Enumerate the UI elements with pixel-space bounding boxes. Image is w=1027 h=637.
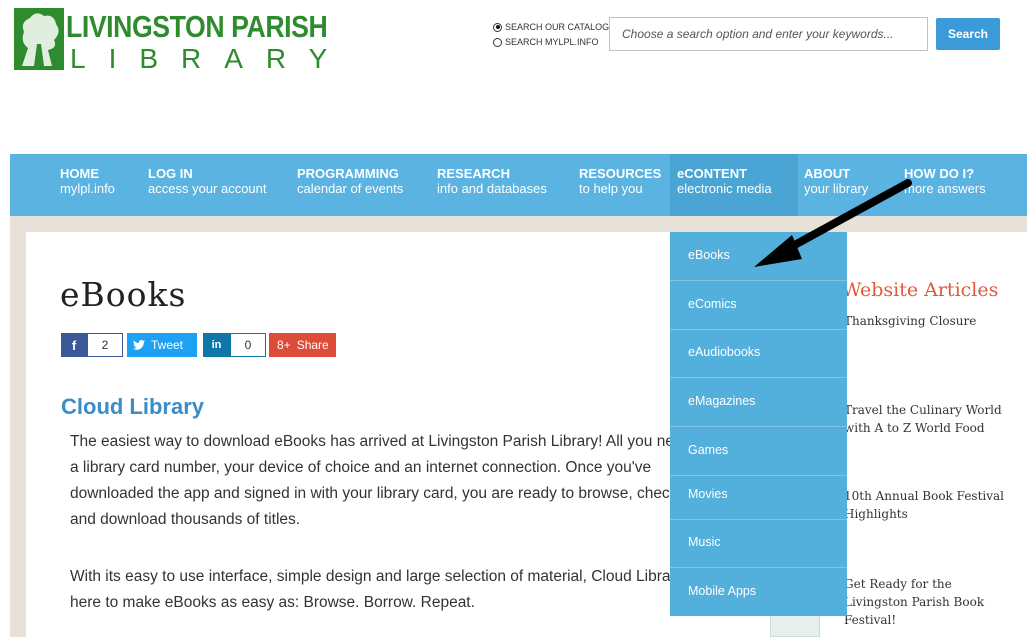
facebook-icon: f [61, 333, 87, 357]
search-button[interactable]: Search [936, 18, 1000, 50]
google-plus-icon: 8+ [277, 338, 291, 352]
twitter-icon [133, 340, 145, 350]
nav-title: HOME [60, 166, 99, 181]
nav-subtitle: to help you [579, 181, 643, 196]
nav-title: LOG IN [148, 166, 193, 181]
logo-title: LIVINGSTON PARISH [66, 9, 328, 44]
tweet-label: Tweet [151, 338, 184, 352]
nav-subtitle: access your account [148, 181, 267, 196]
annotation-arrow-icon [754, 179, 912, 267]
dropdown-divider [670, 280, 847, 281]
nav-title: PROGRAMMING [297, 166, 399, 181]
search-option-label: SEARCH OUR CATALOG [505, 22, 610, 32]
radio-unselected-icon[interactable] [493, 37, 502, 47]
facebook-share-button[interactable]: f 2 [61, 333, 123, 357]
facebook-count: 2 [87, 333, 123, 357]
sidebar-article-link[interactable]: 10th Annual Book Festival Highlights [844, 487, 1014, 523]
dropdown-divider [670, 377, 847, 378]
dropdown-item-emagazines[interactable]: eMagazines [670, 394, 847, 408]
dropdown-item-mobile-apps[interactable]: Mobile Apps [670, 584, 847, 598]
sidebar-article-link[interactable]: Travel the Culinary World with A to Z Wo… [844, 401, 1014, 437]
body-paragraph: With its easy to use interface, simple d… [70, 568, 699, 611]
google-plus-share-button[interactable]: 8+ Share [269, 333, 336, 357]
linkedin-count: 0 [230, 333, 266, 357]
dropdown-item-eaudiobooks[interactable]: eAudiobooks [670, 345, 847, 359]
dropdown-item-ecomics[interactable]: eComics [670, 297, 847, 311]
search-input[interactable]: Choose a search option and enter your ke… [609, 17, 928, 51]
nav-resources[interactable]: RESOURCES to help you [579, 166, 661, 196]
library-logo[interactable]: LIVINGSTON PARISH LIBRARY [14, 8, 328, 76]
linkedin-share-button[interactable]: in 0 [203, 333, 266, 357]
econtent-dropdown-menu: eBooks eComics eAudiobooks eMagazines Ga… [670, 232, 847, 616]
dropdown-divider [670, 426, 847, 427]
nav-log-in[interactable]: LOG IN access your account [148, 166, 267, 196]
linkedin-icon: in [203, 333, 230, 357]
gplus-label: Share [296, 338, 329, 352]
dropdown-divider [670, 567, 847, 568]
tweet-button[interactable]: Tweet [127, 333, 197, 357]
nav-home[interactable]: HOME mylpl.info [60, 166, 115, 196]
nav-programming[interactable]: PROGRAMMING calendar of events [297, 166, 403, 196]
dropdown-divider [670, 329, 847, 330]
dropdown-item-games[interactable]: Games [670, 443, 847, 457]
dropdown-divider [670, 519, 847, 520]
dropdown-divider [670, 475, 847, 476]
search-option-mylpl[interactable]: SEARCH MYLPL.INFO [493, 37, 599, 47]
nav-subtitle: mylpl.info [60, 181, 115, 196]
nav-subtitle: info and databases [437, 181, 547, 196]
nav-title: RESEARCH [437, 166, 510, 181]
search-option-catalog[interactable]: SEARCH OUR CATALOG [493, 22, 609, 32]
tree-logo-icon [14, 8, 64, 70]
body-paragraph: The easiest way to download eBooks has a… [70, 433, 707, 528]
radio-selected-icon[interactable] [493, 22, 502, 32]
sidebar-heading: Website Articles [842, 279, 999, 301]
nav-title: RESOURCES [579, 166, 662, 181]
nav-research[interactable]: RESEARCH info and databases [437, 166, 547, 196]
dropdown-item-music[interactable]: Music [670, 535, 847, 549]
dropdown-item-movies[interactable]: Movies [670, 487, 847, 501]
page-title: eBooks [60, 275, 187, 314]
sidebar-article-link[interactable]: Get Ready for the Livingston Parish Book… [844, 575, 1014, 629]
section-heading: Cloud Library [61, 394, 205, 419]
nav-subtitle: calendar of events [297, 181, 404, 196]
sidebar-article-link[interactable]: Thanksgiving Closure [844, 312, 1014, 330]
search-option-label: SEARCH MYLPL.INFO [505, 37, 599, 47]
logo-subtitle: LIBRARY [70, 43, 351, 74]
